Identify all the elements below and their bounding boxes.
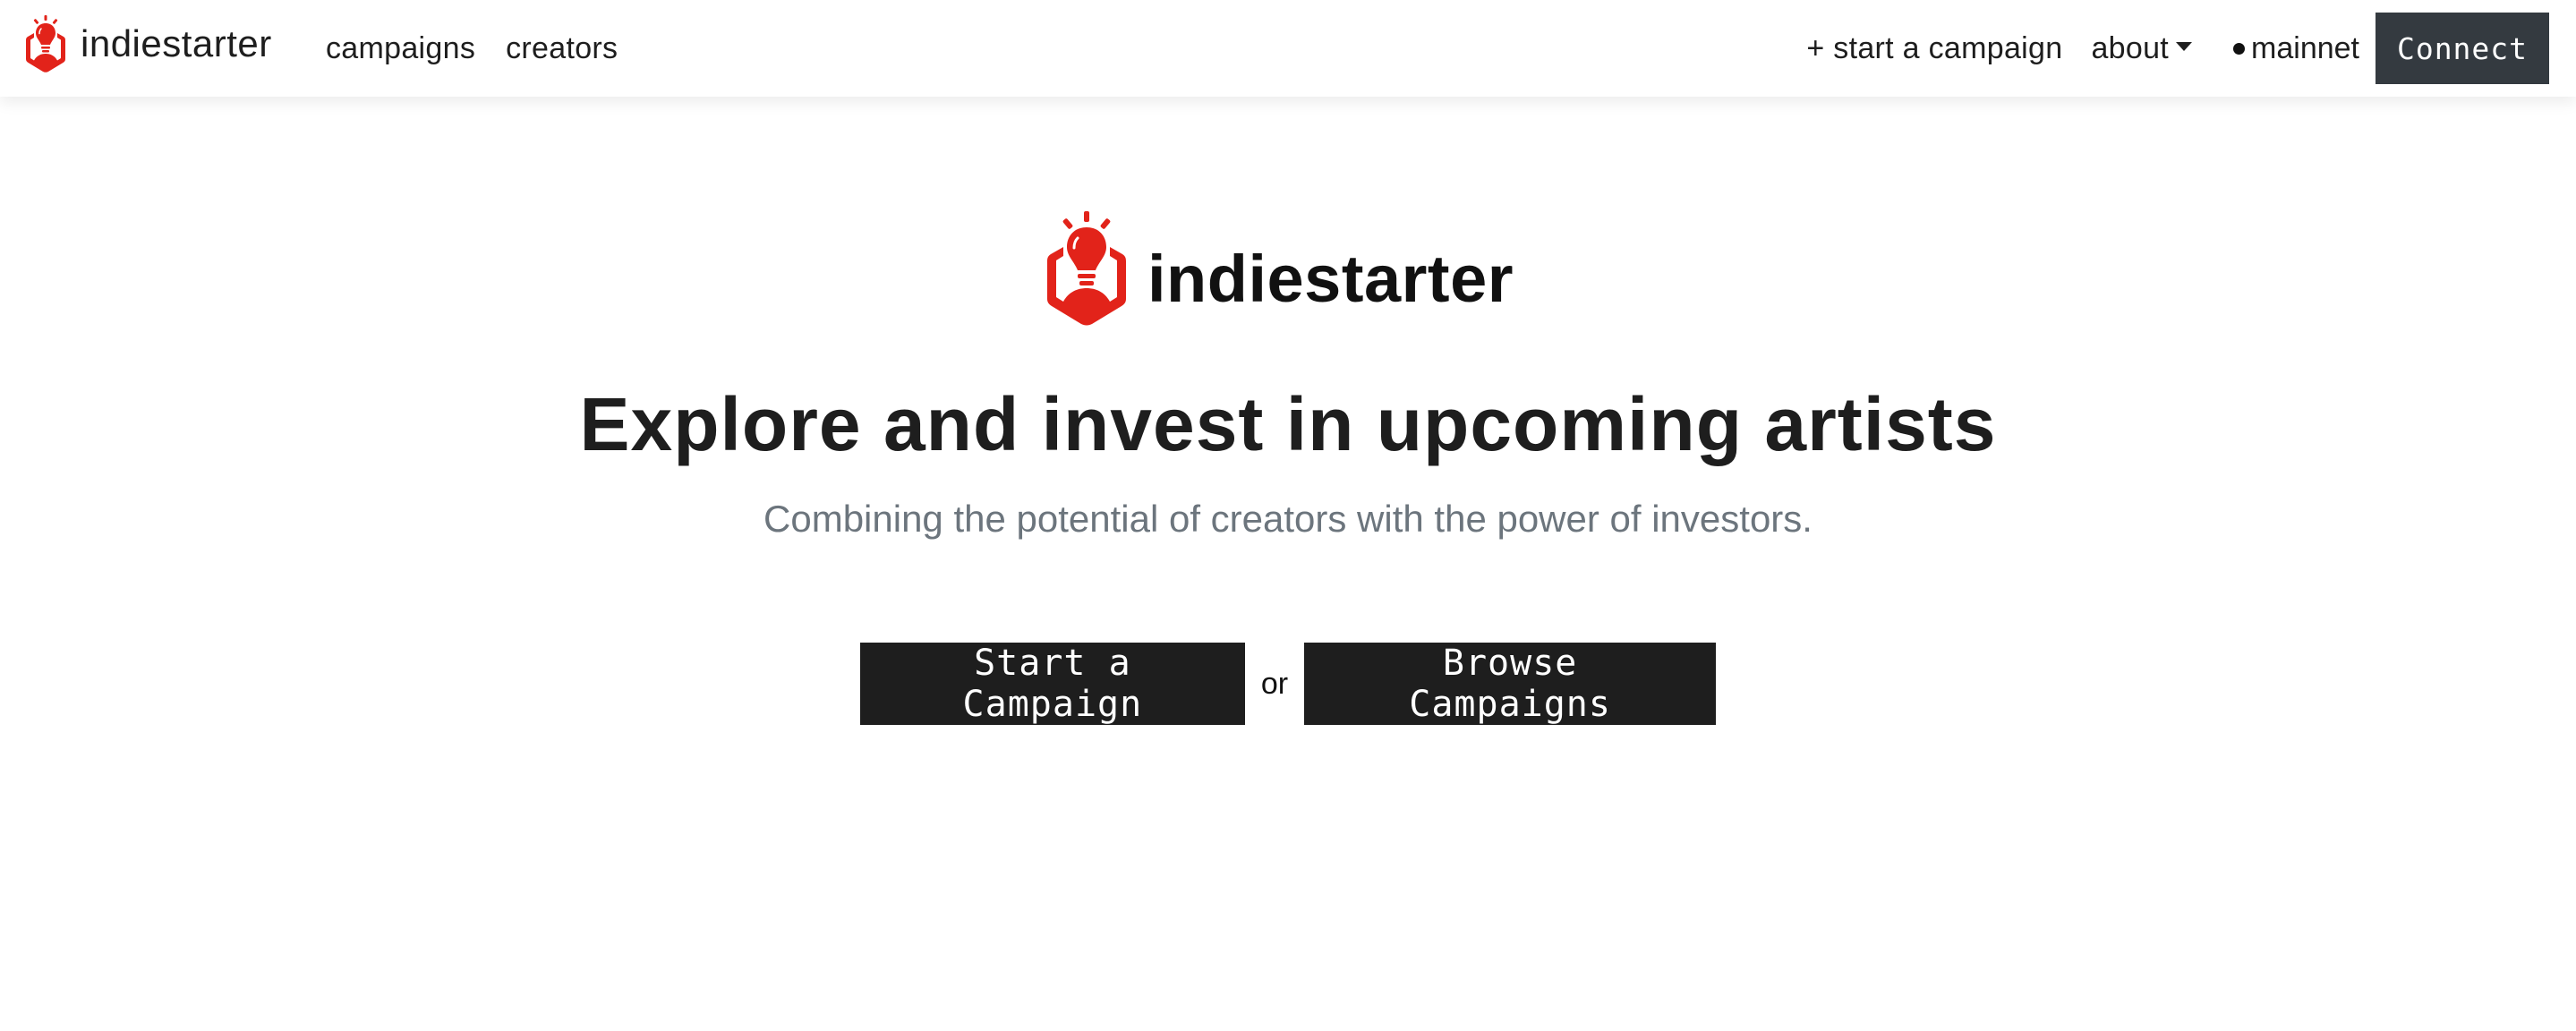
hero-subtitle: Combining the potential of creators with… [763,498,1813,540]
network-label: mainnet [2251,30,2359,65]
lightbulb-hexagon-logo-icon [1047,211,1126,326]
network-indicator: mainnet [2233,31,2359,66]
or-separator: or [1260,666,1289,701]
dot-icon [2233,42,2246,55]
secondary-nav: + start a campaign about mainnet Connect [1806,0,2549,97]
nav-creators-link[interactable]: creators [506,31,618,66]
browse-campaigns-button[interactable]: Browse Campaigns [1304,643,1717,725]
caret-down-icon [2176,42,2193,51]
about-label: about [2091,30,2170,65]
about-dropdown[interactable]: about [2091,30,2193,66]
primary-nav: campaigns creators [326,0,648,97]
cta-group: Start a Campaign or Browse Campaigns [0,643,2576,725]
start-campaign-button[interactable]: Start a Campaign [859,643,1245,725]
top-navbar: indiestarter campaigns creators + start … [0,0,2576,97]
brand-home-link[interactable]: indiestarter [25,14,272,73]
hero-logo: indiestarter [1045,211,1514,326]
brand-name: indiestarter [81,22,272,64]
hero-headline: Explore and invest in upcoming artists [579,382,1997,466]
connect-wallet-button[interactable]: Connect [2376,13,2549,84]
hero-logo-name: indiestarter [1147,241,1514,316]
start-campaign-link[interactable]: + start a campaign [1806,31,2062,66]
lightbulb-hexagon-logo-icon [26,15,65,72]
nav-campaigns-link[interactable]: campaigns [326,31,475,66]
